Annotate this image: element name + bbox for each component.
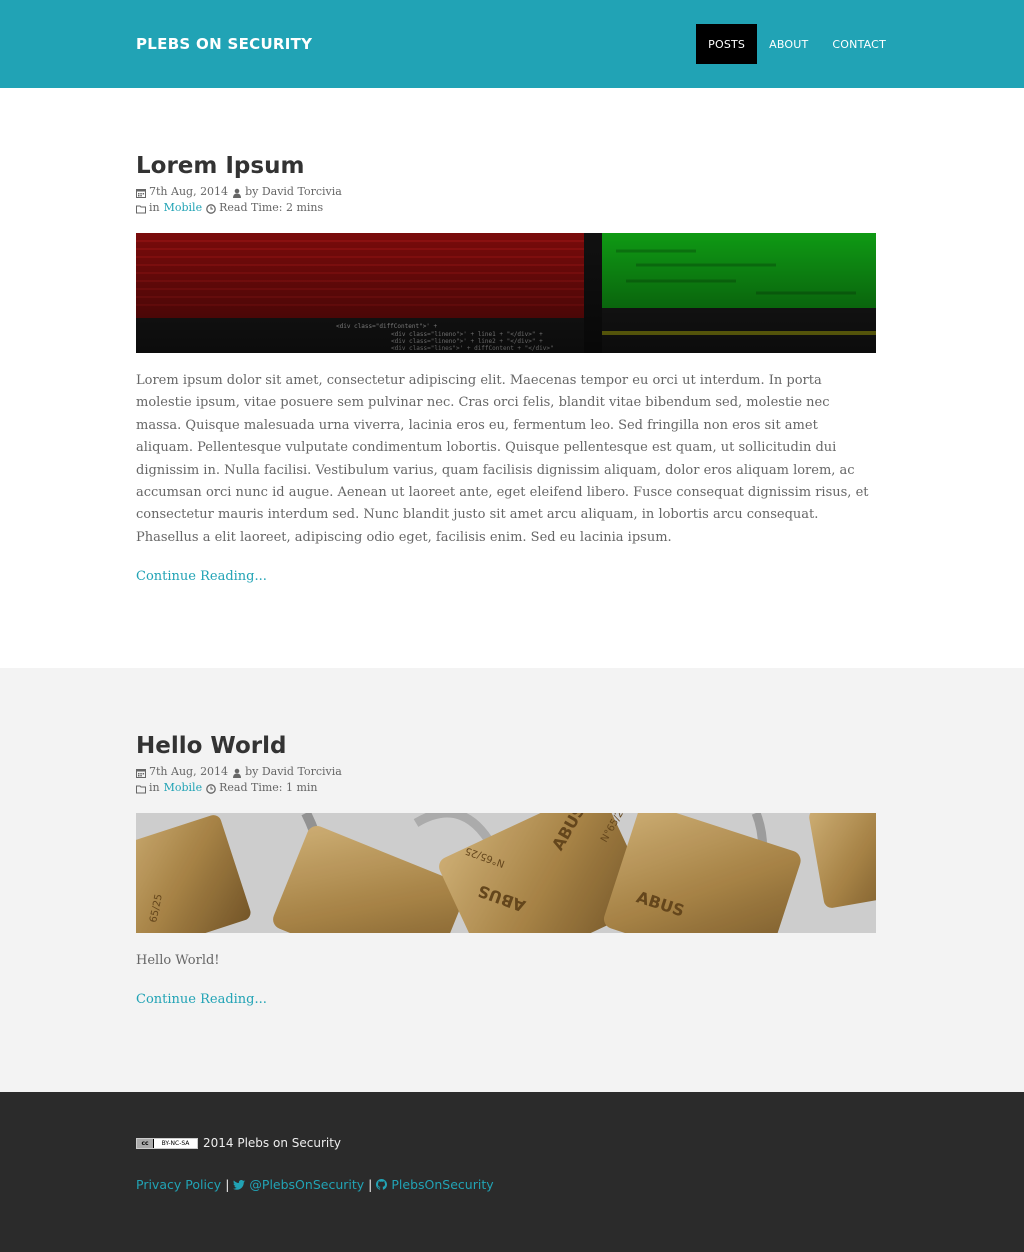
nav-posts[interactable]: POSTS	[696, 24, 758, 64]
post-content: Hello World 7th Aug, 2014 by David Torci…	[136, 731, 876, 1007]
post-meta-category: in Mobile Read Time: 1 min	[136, 780, 876, 796]
post-author: by David Torcivia	[245, 185, 342, 198]
post-excerpt: Lorem ipsum dolor sit amet, consectetur …	[136, 373, 869, 545]
calendar-icon	[136, 767, 146, 778]
folder-icon	[136, 203, 146, 214]
cc-license-badge[interactable]: cc BY-NC-SA	[136, 1137, 198, 1149]
post-author: by David Torcivia	[245, 765, 342, 778]
github-icon	[376, 1179, 388, 1190]
copyright-line: cc BY-NC-SA 2014 Plebs on Security	[136, 1136, 341, 1150]
post-title[interactable]: Hello World	[136, 731, 876, 761]
post-meta-category: in Mobile Read Time: 2 mins	[136, 200, 876, 216]
copyright-text: 2014 Plebs on Security	[203, 1136, 342, 1150]
continue-reading-link[interactable]: Continue Reading...	[136, 569, 267, 584]
post-in-label: in	[149, 781, 160, 794]
post-read-time: Read Time: 2 mins	[219, 201, 324, 214]
post-meta-date: 7th Aug, 2014 by David Torcivia	[136, 184, 876, 200]
twitter-icon	[233, 1179, 246, 1190]
user-icon	[232, 767, 242, 778]
footer-links: Privacy Policy | @PlebsOnSecurity | Pleb…	[136, 1177, 494, 1192]
post-excerpt: Hello World!	[136, 953, 220, 968]
user-icon	[232, 187, 242, 198]
post-read-time: Read Time: 1 min	[219, 781, 318, 794]
site-brand[interactable]: PLEBS ON SECURITY	[136, 35, 312, 53]
post-banner-image-padlocks[interactable]: ABUS ABUS ABUS N°65/25 N°65/25 65/25	[136, 813, 876, 933]
main-nav: POSTS ABOUT CONTACT	[696, 24, 898, 64]
site-footer: cc BY-NC-SA 2014 Plebs on Security Priva…	[0, 1092, 1024, 1252]
post-hello-world: Hello World 7th Aug, 2014 by David Torci…	[0, 668, 1024, 1092]
post-content: Lorem Ipsum 7th Aug, 2014 by David Torci…	[136, 151, 876, 584]
github-link[interactable]: PlebsOnSecurity	[376, 1177, 494, 1192]
privacy-policy-link[interactable]: Privacy Policy	[136, 1177, 221, 1192]
clock-icon	[206, 203, 216, 214]
post-in-label: in	[149, 201, 160, 214]
post-date: 7th Aug, 2014	[149, 185, 229, 198]
continue-reading-link[interactable]: Continue Reading...	[136, 992, 267, 1007]
link-separator: |	[225, 1177, 230, 1192]
site-header: PLEBS ON SECURITY POSTS ABOUT CONTACT	[0, 0, 1024, 88]
post-date: 7th Aug, 2014	[149, 765, 229, 778]
post-category-link[interactable]: Mobile	[164, 200, 202, 216]
post-category-link[interactable]: Mobile	[164, 780, 202, 796]
post-lorem-ipsum: Lorem Ipsum 7th Aug, 2014 by David Torci…	[0, 88, 1024, 668]
twitter-link[interactable]: @PlebsOnSecurity	[233, 1177, 364, 1192]
post-banner-image-code[interactable]: <div class="diffContent">' + <div class=…	[136, 233, 876, 353]
calendar-icon	[136, 187, 146, 198]
nav-about[interactable]: ABOUT	[757, 24, 820, 64]
link-separator: |	[368, 1177, 373, 1192]
folder-icon	[136, 783, 146, 794]
post-meta-date: 7th Aug, 2014 by David Torcivia	[136, 764, 876, 780]
clock-icon	[206, 783, 216, 794]
nav-contact[interactable]: CONTACT	[820, 24, 898, 64]
post-title[interactable]: Lorem Ipsum	[136, 151, 876, 181]
